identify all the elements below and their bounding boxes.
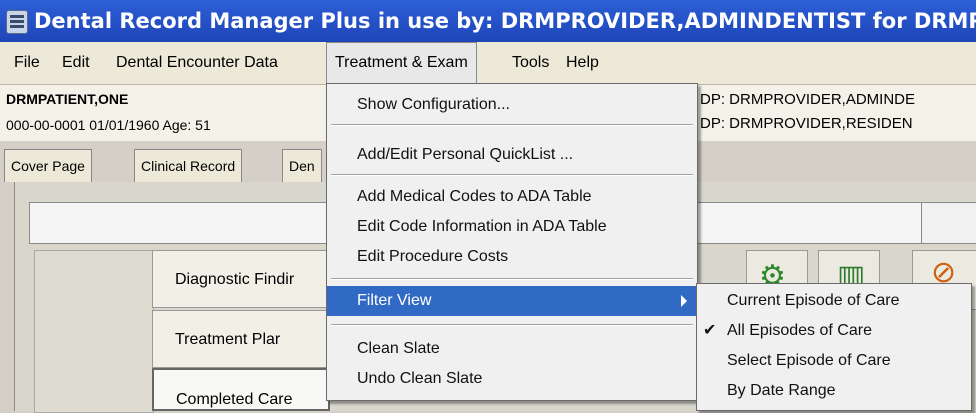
menu-item-clean-slate[interactable]: Clean Slate <box>327 334 697 364</box>
menu-item-add-medical-codes[interactable]: Add Medical Codes to ADA Table <box>327 182 697 212</box>
patient-info: 000-00-0001 01/01/1960 Age: 51 <box>6 117 211 133</box>
app-icon <box>6 10 28 34</box>
window-title: Dental Record Manager Plus in use by: DR… <box>34 9 976 33</box>
menu-item-add-edit-quicklist[interactable]: Add/Edit Personal QuickList ... <box>327 140 697 170</box>
checkmark-icon: ✔ <box>703 322 717 339</box>
diagnostic-findings-button[interactable]: Diagnostic Findir <box>152 250 330 308</box>
title-bar: Dental Record Manager Plus in use by: DR… <box>0 0 976 42</box>
tab-cover-page[interactable]: Cover Page <box>4 149 92 182</box>
filter-view-label: Filter View <box>357 292 432 309</box>
all-episodes-label: All Episodes of Care <box>727 322 872 339</box>
menu-separator <box>331 324 693 326</box>
menu-item-filter-view[interactable]: Filter View <box>327 286 697 316</box>
menu-file[interactable]: File <box>6 42 48 84</box>
menu-item-edit-procedure-costs[interactable]: Edit Procedure Costs <box>327 242 697 272</box>
panel-right-button[interactable] <box>921 202 976 244</box>
tab-dental[interactable]: Den <box>282 149 322 182</box>
menu-edit[interactable]: Edit <box>54 42 98 84</box>
submenu-arrow-icon <box>681 295 687 307</box>
menu-dental-encounter-data[interactable]: Dental Encounter Data <box>108 42 286 84</box>
provider-line-1: DP: DRMPROVIDER,ADMINDE <box>700 91 916 108</box>
menu-separator <box>331 124 693 126</box>
patient-name: DRMPATIENT,ONE <box>6 91 129 107</box>
completed-care-button[interactable]: Completed Care <box>152 368 330 411</box>
submenu-item-current-episode[interactable]: Current Episode of Care <box>697 286 971 316</box>
menu-item-edit-code-information[interactable]: Edit Code Information in ADA Table <box>327 212 697 242</box>
submenu-item-by-date-range[interactable]: By Date Range <box>697 376 971 406</box>
menu-item-undo-clean-slate[interactable]: Undo Clean Slate <box>327 364 697 394</box>
menu-separator <box>331 174 693 176</box>
menu-treatment-exam[interactable]: Treatment & Exam <box>326 42 477 84</box>
filter-view-submenu: Current Episode of Care ✔ All Episodes o… <box>696 283 972 411</box>
submenu-item-all-episodes[interactable]: ✔ All Episodes of Care <box>697 316 971 346</box>
menu-bar: File Edit Dental Encounter Data Treatmen… <box>0 42 976 85</box>
treatment-exam-menu: Show Configuration... Add/Edit Personal … <box>326 83 698 401</box>
treatment-plan-button[interactable]: Treatment Plar <box>152 310 330 368</box>
submenu-item-select-episode[interactable]: Select Episode of Care <box>697 346 971 376</box>
menu-tools[interactable]: Tools <box>504 42 557 84</box>
tab-clinical-record[interactable]: Clinical Record <box>134 149 243 182</box>
menu-help[interactable]: Help <box>558 42 607 84</box>
menu-item-show-configuration[interactable]: Show Configuration... <box>327 90 697 120</box>
left-sidebar <box>34 250 154 413</box>
provider-line-2: DP: DRMPROVIDER,RESIDEN <box>700 115 913 132</box>
menu-separator <box>331 278 693 280</box>
